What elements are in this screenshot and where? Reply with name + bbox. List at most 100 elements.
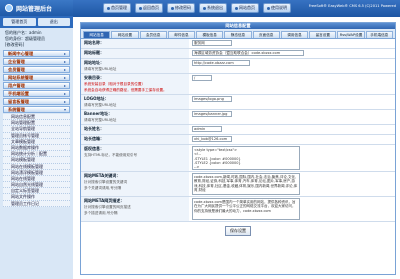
form-note: 请填写完整URL地址	[84, 103, 117, 107]
menu-section-label: 留言板管理	[8, 98, 29, 104]
config-tab[interactable]: Rss/WAP设置	[337, 31, 365, 38]
form-label-cell: 网站META关键词： 针对搜索引擎设置的关键词 多个关键词请用,号分隔	[81, 171, 189, 197]
nav-back-home[interactable]: 返回首页	[135, 3, 163, 13]
version-text: FreeSoft® EasyWeb® CMS 6.5 (C)2011 Power…	[308, 4, 396, 8]
menu-section[interactable]: 系统管理 ▾	[3, 106, 70, 113]
logo-icon	[5, 4, 13, 12]
menu-section-label: 新闻中心管理	[8, 50, 34, 56]
form-value-cell: /	[189, 73, 395, 95]
config-tab[interactable]: 留言设置	[309, 31, 337, 38]
form-input[interactable]: 服务网	[192, 40, 232, 46]
top-nav: 首页管理 返回首页 修改密码 系统退出 网站首页 使用说明	[103, 3, 291, 13]
form-row: 网站地址： 请填写完整URL地址 http://code.xbzzz.com	[81, 58, 395, 74]
logo-text: 网站管理后台	[16, 5, 53, 13]
config-tab[interactable]: 页面信息	[252, 31, 280, 38]
form-input[interactable]: http://code.xbzzz.com	[192, 60, 250, 66]
form-note: 针对搜索引擎设置的关键词	[84, 180, 128, 184]
form-row: LOGO地址： 请填写完整URL地址 images/logo.png	[81, 94, 395, 110]
admin-logo: 网站管理后台	[0, 0, 73, 16]
form-note: 系统会自动获得正确的路径，但需要手工保存设置。	[84, 88, 167, 92]
form-textarea[interactable]: <style type="text/css"> <!-- .STYLE1 {co…	[192, 146, 300, 170]
form-label-cell: LOGO地址： 请填写完整URL地址	[81, 94, 189, 110]
menu-section[interactable]: 留言板管理 ▸	[3, 98, 70, 105]
form-value-cell: 服务网	[189, 39, 395, 49]
form-label-cell: 网站名称：	[81, 39, 189, 49]
nav-logout[interactable]: 系统退出	[199, 3, 227, 13]
menu-section-label: 网站系统管理	[8, 74, 34, 80]
form-label: Banner地址：	[84, 111, 113, 116]
config-panel: 网站信息配置 网站信息 网站设置 会员信息 邮件信息 模板信息 静态信息 页面信息 调用信息留…	[80, 22, 396, 275]
form-label: 安装目录：	[84, 75, 104, 80]
config-tab[interactable]: 会员信息	[139, 31, 167, 38]
form-input[interactable]: images/banner.jpg	[192, 111, 232, 117]
top-bar: 首页管理 返回首页 修改密码 系统退出 网站首页 使用说明 FreeSoft® …	[73, 0, 400, 17]
form-textarea[interactable]: code.xbzzz.com是国内一个简单实用的网站，提供各种资讯，旨在为广大网…	[192, 198, 300, 220]
config-form: 网站名称： 服务网 网站标题： 海源区域劳资协会（暨互助联合会）code.xbzzz.…	[81, 39, 395, 222]
nav-change-password[interactable]: 修改密码	[167, 3, 195, 13]
form-row: 版权信息： 支持HTML标记，不能使用双引号 <style type="text/c…	[81, 144, 395, 172]
config-tab[interactable]: 调用信息	[280, 31, 309, 38]
form-value-cell: code.xbzzz.com是国内一个简单实用的网站，提供各种资讯，旨在为广大网…	[189, 196, 395, 222]
form-label: 网站地址：	[84, 60, 104, 65]
form-value-cell: xhi_bob@126.com	[189, 134, 395, 145]
menu-section[interactable]: 新闻中心管理 ▸	[3, 50, 70, 57]
form-label: 站长姓名：	[84, 126, 104, 131]
form-label-cell: 站长信箱：	[81, 134, 189, 145]
config-tab[interactable]: 手机端信息	[365, 31, 393, 38]
menu-section[interactable]: 手机端设置 ▸	[3, 90, 70, 97]
config-tab[interactable]: 网站设置	[111, 31, 139, 38]
sidebar-menu: 新闻中心管理 ▸ 企业管理 ▸ 会员管理 ▸ 网站系统管理 ▸ 用户管理 ▸ 手机端设置 ▸ 留言板管理…	[0, 50, 73, 207]
expand-icon: ▸	[63, 75, 66, 80]
form-note: 请填写完整URL地址	[84, 67, 117, 71]
form-label-cell: 安装目录： 系统安装目录（相对于根目录的位置） 系统会自动获得正确的路径，但需要手工…	[81, 73, 189, 95]
form-row: 网站标题： 海源区域劳资协会（暨互助联合会）code.xbzzz.com	[81, 48, 395, 59]
nav-site-home[interactable]: 网站首页	[231, 3, 259, 13]
menu-section-label: 系统管理	[8, 106, 25, 112]
menu-section[interactable]: 网站系统管理 ▸	[3, 74, 70, 81]
menu-section-label: 用户管理	[8, 82, 25, 88]
form-input[interactable]: 海源区域劳资协会（暨互助联合会）code.xbzzz.com	[192, 50, 304, 56]
change-password-link[interactable]: [修改密码]	[5, 42, 68, 48]
save-button[interactable]: 保存设置	[225, 226, 251, 236]
form-input[interactable]: /	[192, 75, 212, 81]
form-row: 站长姓名： admin	[81, 124, 395, 135]
key-icon	[171, 6, 174, 10]
help-icon	[267, 6, 270, 10]
menu-section[interactable]: 会员管理 ▸	[3, 66, 70, 73]
expand-icon: ▸	[63, 99, 66, 104]
sidebar-tab-logout[interactable]: 退出	[37, 18, 70, 26]
back-icon	[139, 6, 142, 10]
expand-icon: ▾	[63, 107, 66, 112]
form-label-cell: 版权信息： 支持HTML标记，不能使用双引号	[81, 144, 189, 172]
form-textarea[interactable]: code.xbzzz.com,新闻,时政,国际,国内,社会,法治,聚焦,评论,文…	[192, 173, 300, 195]
form-row: 站长信箱： xhi_bob@126.com	[81, 134, 395, 145]
form-label-cell: 网站META网页描述： 针对搜索引擎设置的网页描述 多个描述请用,号分隔	[81, 196, 189, 222]
sidebar-tab-home[interactable]: 管理首页	[3, 18, 36, 26]
form-input[interactable]: images/logo.png	[192, 96, 232, 102]
config-tab[interactable]: 模板信息	[196, 31, 224, 38]
form-value-cell: images/banner.jpg	[189, 109, 395, 125]
config-tab[interactable]: 网站信息	[83, 31, 111, 38]
form-label: 版权信息：	[84, 146, 104, 151]
config-tab[interactable]: 静态信息	[224, 31, 252, 38]
menu-section-label: 会员管理	[8, 66, 25, 72]
expand-icon: ▸	[63, 83, 66, 88]
form-input[interactable]: admin	[192, 126, 222, 132]
expand-icon: ▸	[63, 91, 66, 96]
menu-section[interactable]: 企业管理 ▸	[3, 58, 70, 65]
form-input[interactable]: xhi_bob@126.com	[192, 136, 232, 142]
form-label: 站长信箱：	[84, 136, 104, 141]
form-label-cell: 网站标题：	[81, 48, 189, 59]
form-row: 网站名称： 服务网	[81, 39, 395, 49]
menu-section[interactable]: 用户管理 ▸	[3, 82, 70, 89]
menu-item[interactable]: 管理员工作日记	[3, 200, 70, 207]
config-tabs: 网站信息 网站设置 会员信息 邮件信息 模板信息 静态信息 页面信息 调用信息 留言设置 Rss/…	[81, 29, 395, 39]
form-value-cell: 海源区域劳资协会（暨互助联合会）code.xbzzz.com	[189, 48, 395, 59]
user-info: 您的账户名：admin 您的身份：超级管理员 [修改密码]	[0, 28, 73, 50]
nav-help[interactable]: 使用说明	[263, 3, 291, 13]
form-note: 支持HTML标记，不能使用双引号	[84, 153, 138, 157]
nav-admin-home[interactable]: 首页管理	[103, 3, 131, 13]
expand-icon: ▸	[63, 67, 66, 72]
form-label: 网站标题：	[84, 50, 104, 55]
config-tab[interactable]: 邮件信息	[167, 31, 196, 38]
